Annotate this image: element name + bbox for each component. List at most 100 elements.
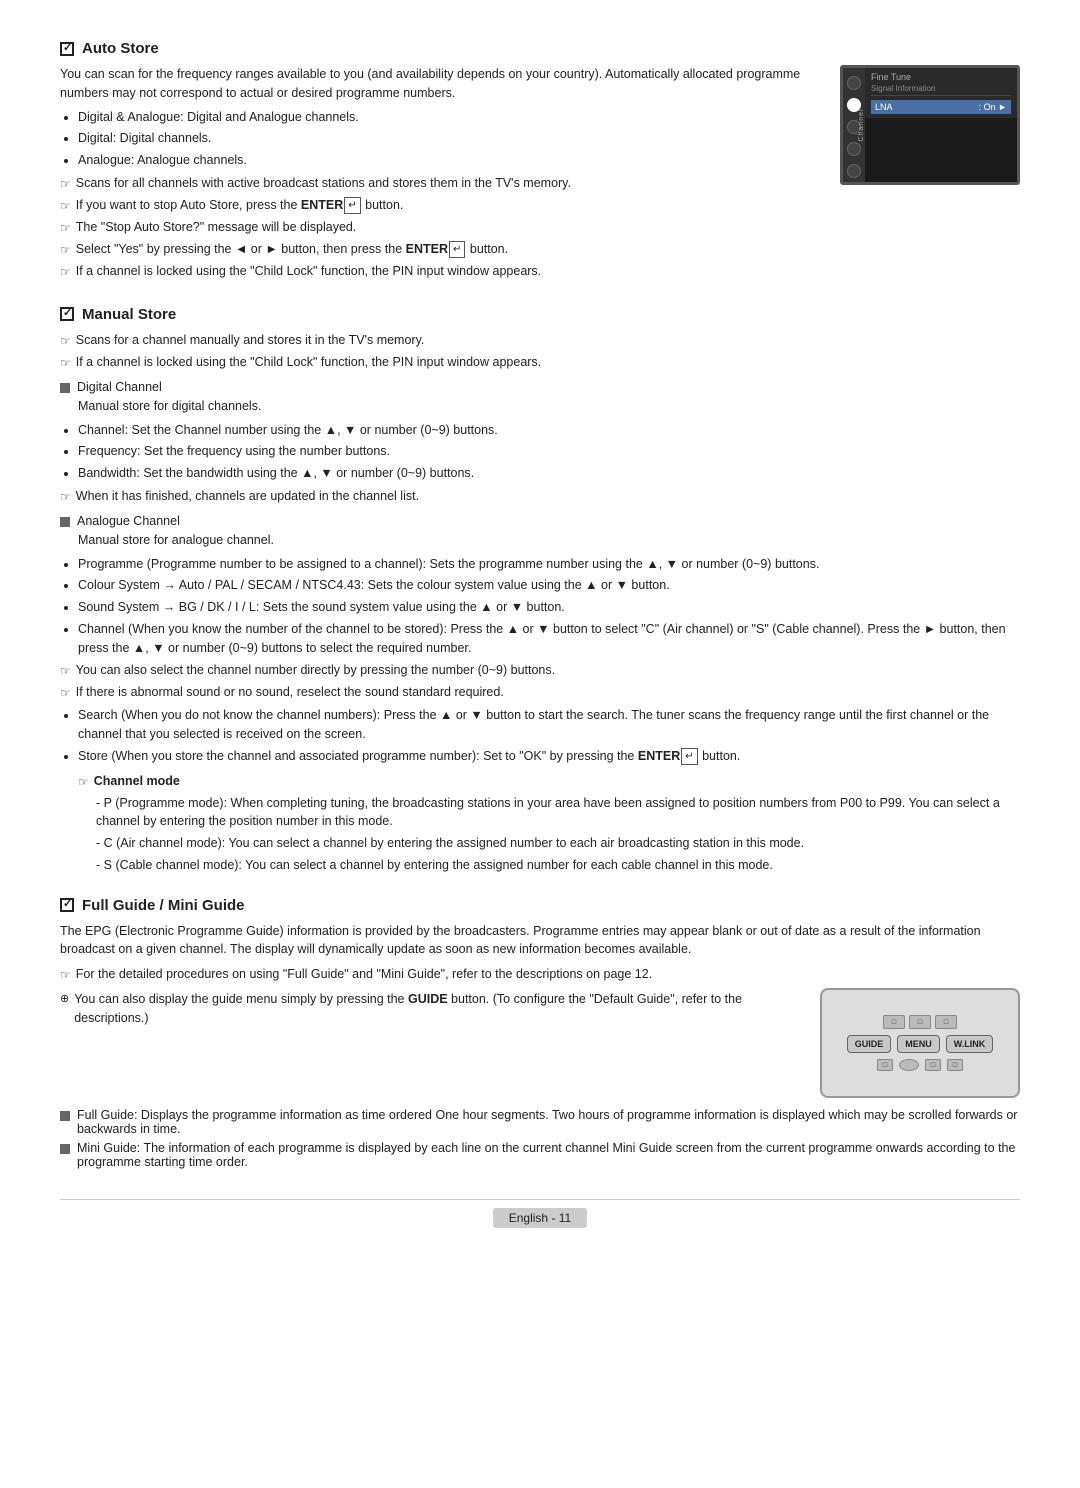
list-item: Bandwidth: Set the bandwidth using the ▲…: [78, 464, 1020, 483]
note-text-9: If there is abnormal sound or no sound, …: [76, 683, 504, 702]
checkbox-icon-3: [60, 898, 74, 912]
auto-store-note-3: ☞ Select "Yes" by pressing the ◄ or ► bu…: [60, 240, 820, 259]
full-guide-bullet: Full Guide: Displays the programme infor…: [60, 1108, 1020, 1136]
remote-guide-btn: GUIDE: [847, 1035, 892, 1053]
auto-store-note-4: ☞ If a channel is locked using the "Chil…: [60, 262, 820, 281]
enter-icon-3: ↵: [681, 748, 697, 765]
channel-mode-label: Channel mode: [94, 772, 180, 791]
guide-note-row: ⊕ You can also display the guide menu si…: [60, 988, 1020, 1098]
remote-wlink-btn: W.LINK: [946, 1035, 994, 1053]
remote-small-btn-1: □: [883, 1015, 905, 1029]
auto-store-bullets: Digital & Analogue: Digital and Analogue…: [78, 108, 820, 170]
note-icon-3: ☞: [60, 241, 71, 259]
analogue-inner-note-0: ☞ You can also select the channel number…: [60, 661, 1020, 680]
enter-icon: ↵: [344, 197, 360, 214]
note-icon-2: ☞: [60, 219, 71, 237]
list-item: Colour System → Auto / PAL / SECAM / NTS…: [78, 576, 1020, 595]
analogue-channel-title: Analogue Channel: [60, 514, 1020, 528]
guide-note-text: ⊕ You can also display the guide menu si…: [60, 988, 804, 1030]
tv-content: Fine Tune Signal Information LNA : On ►: [865, 68, 1017, 118]
note-text-1: If you want to stop Auto Store, press th…: [76, 196, 404, 215]
list-item: Analogue: Analogue channels.: [78, 151, 820, 170]
remote-small-btn-6: □: [947, 1059, 963, 1071]
mini-guide-text: Mini Guide: The information of each prog…: [77, 1141, 1020, 1169]
channel-mode-item-1: - C (Air channel mode): You can select a…: [96, 834, 1020, 853]
auto-store-note-1: ☞ If you want to stop Auto Store, press …: [60, 196, 820, 215]
tv-menu-title: Fine Tune: [871, 72, 1011, 82]
remote-image: □ □ □ GUIDE MENU W.LINK □ □ □: [820, 988, 1020, 1098]
note-icon-8: ☞: [60, 662, 71, 680]
square-bullet-icon-3: [60, 1111, 70, 1121]
analogue-channel-section: Analogue Channel Manual store for analog…: [60, 514, 1020, 875]
note-icon-10: ☞: [78, 773, 89, 791]
analogue-channel-bullets: Programme (Programme number to be assign…: [78, 555, 1020, 658]
channel-mode-block: ☞ Channel mode - P (Programme mode): Whe…: [78, 772, 1020, 875]
list-item: Frequency: Set the frequency using the n…: [78, 442, 1020, 461]
analogue-channel-subtitle: Manual store for analogue channel.: [78, 531, 1020, 550]
remote-small-btn-5: □: [925, 1059, 941, 1071]
tv-lna-value: : On ►: [979, 102, 1007, 112]
square-bullet-icon: [60, 383, 70, 393]
tv-menu-row: LNA : On ►: [871, 100, 1011, 114]
channel-mode-item-0: - P (Programme mode): When completing tu…: [96, 794, 1020, 832]
digital-channel-title: Digital Channel: [60, 380, 1020, 394]
tv-screen-area: Fine Tune Signal Information LNA : On ► …: [840, 65, 1020, 284]
auto-store-section: Auto Store You can scan for the frequenc…: [60, 40, 1020, 284]
remote-circle-btn: [899, 1059, 919, 1071]
channel-mode-item-2: - S (Cable channel mode): You can select…: [96, 856, 1020, 875]
tv-lna-label: LNA: [875, 102, 893, 112]
channel-mode-note: ☞ Channel mode: [78, 772, 1020, 791]
tv-sidebar-icon-4: [847, 164, 861, 178]
square-bullet-icon-2: [60, 517, 70, 527]
analogue-inner-note-1: ☞ If there is abnormal sound or no sound…: [60, 683, 1020, 702]
sub-note-icon: ⊕: [60, 991, 69, 1008]
list-item: Channel: Set the Channel number using th…: [78, 421, 1020, 440]
manual-store-title: Manual Store: [60, 306, 1020, 323]
auto-store-text: You can scan for the frequency ranges av…: [60, 65, 820, 284]
note-text-7: When it has finished, channels are updat…: [76, 487, 419, 506]
list-item: Digital & Analogue: Digital and Analogue…: [78, 108, 820, 127]
channel-mode-items: - P (Programme mode): When completing tu…: [96, 794, 1020, 875]
page-footer: English - 11: [60, 1199, 1020, 1228]
list-item: Search (When you do not know the channel…: [78, 706, 1020, 744]
note-icon-1: ☞: [60, 197, 71, 215]
full-mini-guide-intro: The EPG (Electronic Programme Guide) inf…: [60, 922, 1020, 960]
tv-sidebar-icon-3: [847, 142, 861, 156]
list-item: Digital: Digital channels.: [78, 129, 820, 148]
digital-channel-note: ☞ When it has finished, channels are upd…: [60, 487, 1020, 506]
remote-btn-row: GUIDE MENU W.LINK: [847, 1035, 994, 1053]
analogue-channel-bullets-2: Search (When you do not know the channel…: [78, 706, 1020, 765]
remote-small-btn-2: □: [909, 1015, 931, 1029]
remote-top-row: □ □ □: [883, 1015, 957, 1029]
remote-small-btn-3: □: [935, 1015, 957, 1029]
full-mini-guide-section: Full Guide / Mini Guide The EPG (Electro…: [60, 897, 1020, 1170]
auto-store-note-0: ☞ Scans for all channels with active bro…: [60, 174, 820, 193]
full-mini-guide-note-1: ⊕ You can also display the guide menu si…: [60, 990, 804, 1028]
tv-menu: Fine Tune Signal Information LNA : On ►: [865, 68, 1017, 118]
digital-channel-bullets: Channel: Set the Channel number using th…: [78, 421, 1020, 483]
note-icon-4: ☞: [60, 263, 71, 281]
mini-guide-bullet: Mini Guide: The information of each prog…: [60, 1141, 1020, 1169]
auto-store-content: You can scan for the frequency ranges av…: [60, 65, 1020, 284]
note-text-2: The "Stop Auto Store?" message will be d…: [76, 218, 357, 237]
list-item: Channel (When you know the number of the…: [78, 620, 1020, 658]
note-text-6: If a channel is locked using the "Child …: [76, 353, 541, 372]
note-text-3: Select "Yes" by pressing the ◄ or ► butt…: [76, 240, 508, 259]
manual-store-note-1: ☞ If a channel is locked using the "Chil…: [60, 353, 1020, 372]
note-icon-9: ☞: [60, 684, 71, 702]
sub-note-text: You can also display the guide menu simp…: [74, 990, 804, 1028]
note-text-11: For the detailed procedures on using "Fu…: [76, 965, 652, 984]
remote-menu-btn: MENU: [897, 1035, 940, 1053]
tv-channel-label: Channel: [858, 108, 865, 141]
note-text-8: You can also select the channel number d…: [76, 661, 555, 680]
tv-menu-subtitle: Signal Information: [871, 84, 1011, 96]
tv-screen: Fine Tune Signal Information LNA : On ► …: [840, 65, 1020, 185]
note-icon-0: ☞: [60, 175, 71, 193]
note-text-0: Scans for all channels with active broad…: [76, 174, 571, 193]
note-icon-11: ☞: [60, 966, 71, 984]
checkbox-icon-2: [60, 307, 74, 321]
note-icon-6: ☞: [60, 354, 71, 372]
manual-store-note-0: ☞ Scans for a channel manually and store…: [60, 331, 1020, 350]
note-icon-5: ☞: [60, 332, 71, 350]
list-item: Programme (Programme number to be assign…: [78, 555, 1020, 574]
